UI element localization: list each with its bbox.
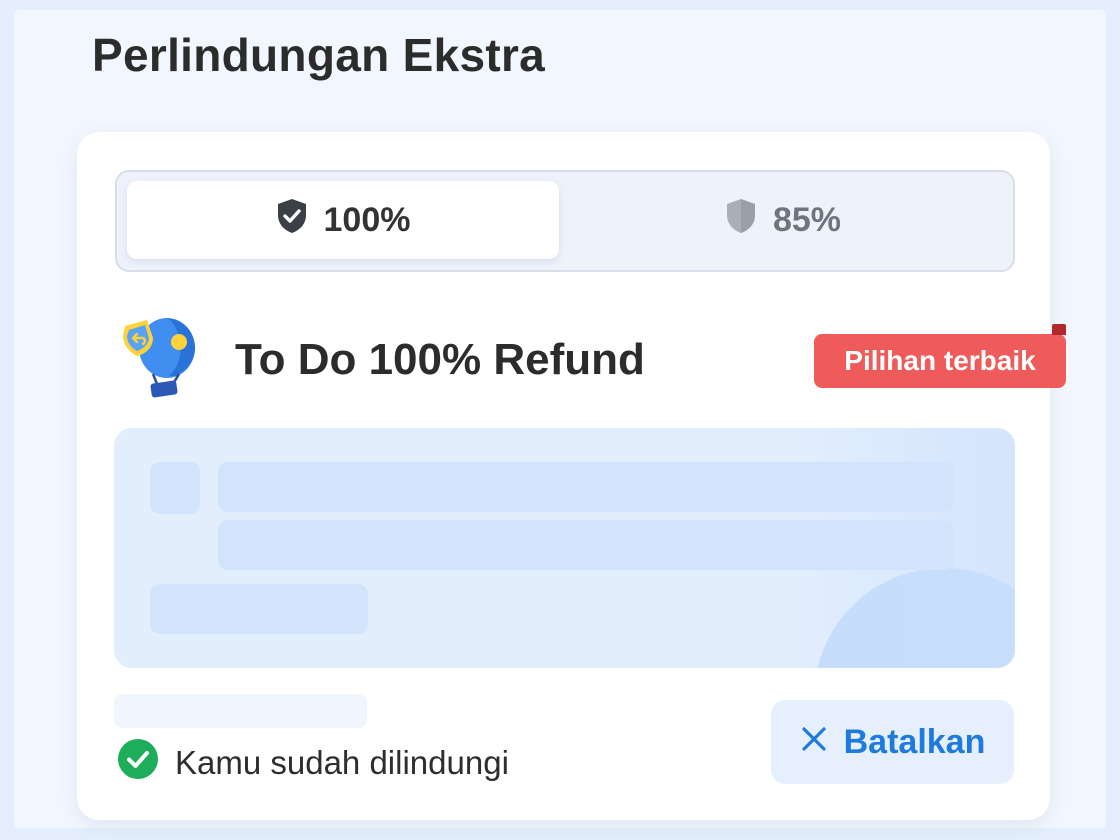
skeleton-line [150, 584, 368, 634]
screen-frame: Perlindungan Ekstra 100% 85% To Do 100% … [14, 10, 1106, 828]
footer-skeleton [114, 694, 367, 728]
product-title: To Do 100% Refund [235, 334, 645, 384]
tab-label: 100% [323, 200, 411, 239]
tab-100-percent[interactable]: 100% [127, 181, 559, 259]
skeleton-line [218, 462, 954, 512]
badge-label: Pilihan terbaik [844, 345, 1036, 376]
coverage-selector: 100% 85% [115, 170, 1015, 272]
status-text: Kamu sudah dilindungi [175, 744, 509, 781]
check-circle-icon [117, 738, 159, 788]
skeleton-line [218, 520, 954, 570]
tab-85-percent[interactable]: 85% [567, 181, 999, 259]
badge-ribbon-fold [1052, 324, 1066, 335]
best-choice-badge: Pilihan terbaik [814, 324, 1066, 388]
protection-card: 100% 85% To Do 100% Refund Pilihan terba… [77, 132, 1066, 820]
product-header: To Do 100% Refund [117, 314, 645, 405]
page-title: Perlindungan Ekstra [92, 29, 546, 81]
skeleton-icon [150, 462, 200, 514]
tab-label: 85% [772, 200, 842, 239]
cancel-label: Batalkan [843, 722, 986, 761]
cancel-button[interactable]: Batalkan [771, 700, 1014, 784]
protection-status: Kamu sudah dilindungi [117, 738, 509, 788]
refund-balloon-icon [117, 314, 201, 405]
shield-icon [725, 198, 757, 243]
loading-skeleton [114, 428, 1015, 668]
shield-check-icon [276, 198, 308, 243]
close-icon [800, 723, 828, 762]
